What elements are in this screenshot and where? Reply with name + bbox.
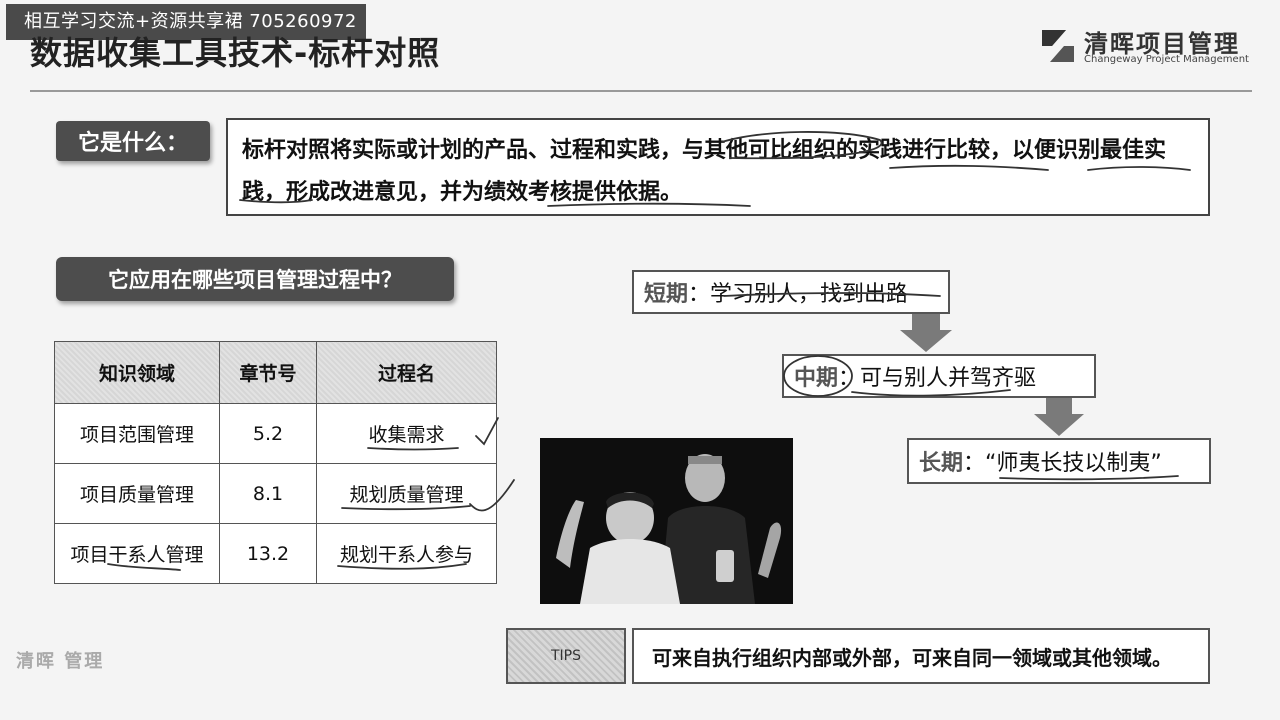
logo-icon (1042, 30, 1074, 62)
page-title: 数据收集工具技术-标杆对照 (30, 34, 441, 72)
down-arrow-icon (900, 314, 952, 352)
title-divider (30, 90, 1252, 92)
cell-chapter: 8.1 (219, 463, 317, 524)
table-header-row: 知识领域 章节号 过程名 (54, 341, 497, 404)
stage-long-term: 长期 ：“师夷长技以制夷” (907, 438, 1211, 484)
cell-knowledge-area: 项目质量管理 (54, 463, 220, 524)
apply-label: 它应用在哪些项目管理过程中？ (56, 257, 454, 301)
stage-name: 中期 (794, 366, 839, 391)
definition-box: 标杆对照将实际或计划的产品、过程和实践，与其他可比组织的实践进行比较，以便识别最… (226, 118, 1210, 216)
header-knowledge-area: 知识领域 (54, 341, 220, 404)
table-row: 项目干系人管理 13.2 规划干系人参与 (54, 523, 497, 584)
stage-name: 短期 (644, 282, 689, 307)
process-table: 知识领域 章节号 过程名 项目范围管理 5.2 收集需求 项目质量管理 8.1 … (54, 341, 497, 584)
definition-text: 标杆对照将实际或计划的产品、过程和实践，与其他可比组织的实践进行比较，以便识别最… (242, 138, 1167, 205)
cell-process: 规划质量管理 (316, 463, 497, 524)
stage-text: ：学习别人，找到出路 (688, 282, 909, 307)
stage-name: 长期 (919, 451, 964, 476)
header-chapter: 章节号 (219, 341, 317, 404)
stage-short-term: 短期 ：学习别人，找到出路 (632, 270, 950, 314)
table-row: 项目质量管理 8.1 规划质量管理 (54, 463, 497, 524)
table-row: 项目范围管理 5.2 收集需求 (54, 403, 497, 464)
down-arrow-icon (1034, 398, 1084, 436)
what-label: 它是什么： (56, 121, 210, 161)
stage-text: ：可与别人并驾齐驱 (838, 366, 1037, 391)
stage-text: ：“师夷长技以制夷” (963, 451, 1162, 476)
cell-process: 规划干系人参与 (316, 523, 497, 584)
brand-logo: 清晖项目管理 Changeway Project Management (1036, 24, 1256, 70)
logo-subtitle: Changeway Project Management (1084, 54, 1249, 65)
cell-knowledge-area: 项目干系人管理 (54, 523, 220, 584)
cell-process: 收集需求 (316, 403, 497, 464)
cell-chapter: 5.2 (219, 403, 317, 464)
tips-text: 可来自执行组织内部或外部，可来自同一领域或其他领域。 (652, 645, 1172, 670)
tips-tag: TIPS (506, 628, 626, 684)
header-process: 过程名 (316, 341, 497, 404)
tips-box: 可来自执行组织内部或外部，可来自同一领域或其他领域。 (632, 628, 1210, 684)
photo (540, 438, 793, 604)
stage-mid-term: 中期 ：可与别人并驾齐驱 (782, 354, 1096, 398)
watermark: 清晖 管理 (16, 651, 105, 672)
cell-knowledge-area: 项目范围管理 (54, 403, 220, 464)
cell-chapter: 13.2 (219, 523, 317, 584)
person-photo-icon (540, 438, 793, 604)
